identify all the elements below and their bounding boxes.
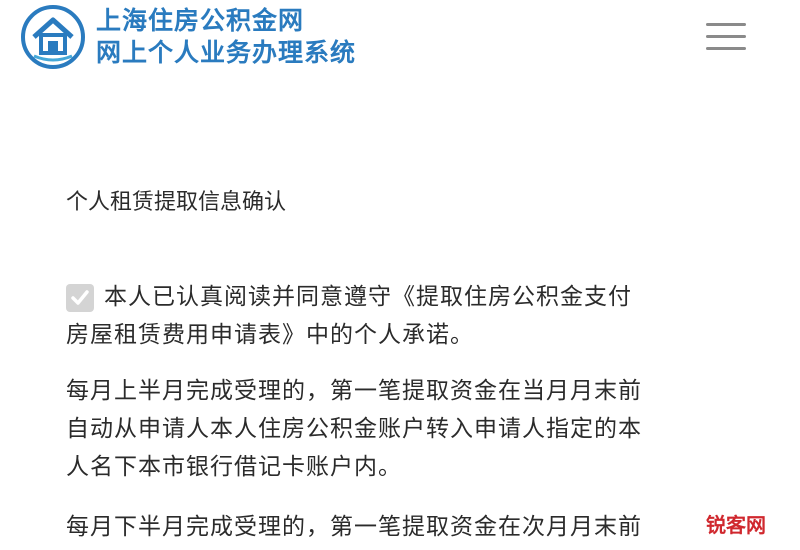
paragraph-line: 自动从申请人本人住房公积金账户转入申请人指定的本	[66, 416, 642, 442]
house-logo-icon[interactable]	[20, 4, 86, 70]
menu-bar	[706, 23, 746, 26]
menu-bar	[706, 47, 746, 50]
info-paragraph-2: 每月下半月完成受理的，第一笔提取资金在次月月末前	[66, 508, 746, 546]
section-title: 个人租赁提取信息确认	[66, 190, 287, 215]
site-subtitle: 网上个人业务办理系统	[96, 38, 357, 67]
agreement-checkbox[interactable]	[66, 284, 94, 312]
menu-bar	[706, 35, 746, 38]
page: 上海住房公积金网 网上个人业务办理系统 个人租赁提取信息确认 本人已认真阅读并同…	[0, 0, 800, 550]
watermark: 锐客网	[680, 508, 792, 542]
info-paragraph-1: 每月上半月完成受理的，第一笔提取资金在当月月末前 自动从申请人本人住房公积金账户…	[66, 372, 746, 486]
checkmark-icon	[71, 290, 89, 305]
site-title: 上海住房公积金网	[96, 6, 305, 35]
paragraph-line: 人名下本市银行借记卡账户内。	[66, 454, 402, 480]
paragraph-line: 每月下半月完成受理的，第一笔提取资金在次月月末前	[66, 514, 642, 540]
hamburger-menu-icon[interactable]	[700, 18, 752, 56]
agreement-text-line2: 房屋租赁费用申请表》中的个人承诺。	[66, 322, 474, 348]
paragraph-line: 每月上半月完成受理的，第一笔提取资金在当月月末前	[66, 378, 642, 404]
header: 上海住房公积金网 网上个人业务办理系统	[0, 0, 800, 80]
agreement-text-line1: 本人已认真阅读并同意遵守《提取住房公积金支付	[104, 284, 632, 310]
